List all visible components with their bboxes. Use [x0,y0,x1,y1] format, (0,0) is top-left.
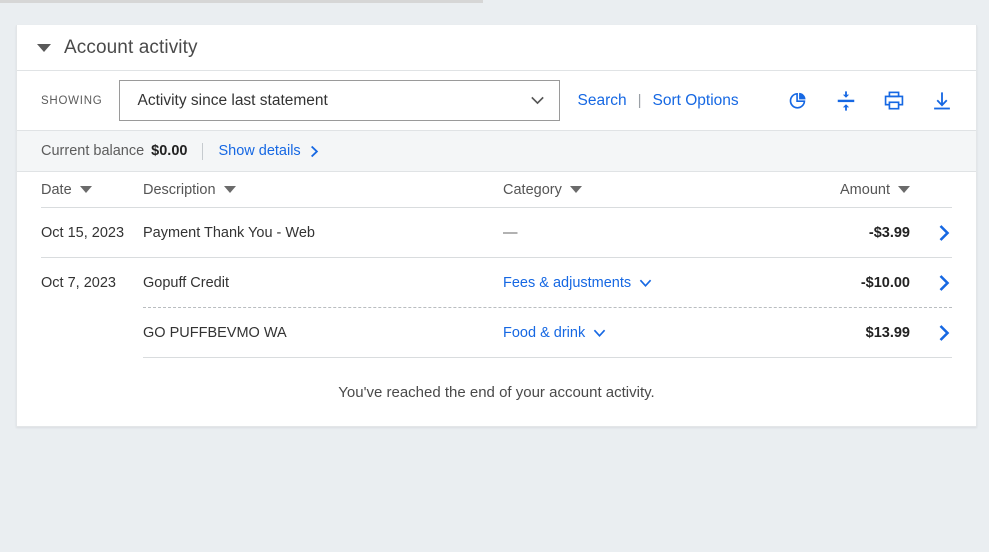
table-header-row: Date Description Category Amount [41,172,952,208]
column-header-date-label: Date [41,182,72,198]
sort-triangle-icon [224,186,236,193]
current-balance-bar: Current balance $0.00 Show details [17,131,976,172]
card-header[interactable]: Account activity [17,25,976,71]
row-category: Fees & adjustments [503,274,790,292]
table-row[interactable]: Oct 15, 2023 Payment Thank You - Web — -… [41,208,952,258]
row-amount: -$10.00 [790,275,910,291]
download-icon[interactable] [930,89,954,113]
show-details-link[interactable]: Show details [218,143,320,159]
row-expand-arrow[interactable] [910,223,952,243]
printer-icon[interactable] [882,89,906,113]
current-balance-label: Current balance [41,143,144,159]
column-header-description-label: Description [143,182,216,198]
column-header-amount-label: Amount [840,182,890,198]
column-header-description[interactable]: Description [143,182,503,198]
search-link[interactable]: Search [577,92,626,110]
row-category-label: Food & drink [503,325,585,341]
showing-label: SHOWING [41,95,102,107]
page-title: Account activity [64,37,198,59]
chevron-right-icon [937,273,952,293]
show-details-label: Show details [218,143,300,159]
row-date: Oct 7, 2023 [41,275,143,291]
activity-table: Date Description Category Amount Oct 15,… [17,172,976,426]
row-description: Payment Thank You - Web [143,225,503,241]
row-description: GO PUFFBEVMO WA [143,325,503,341]
chevron-down-icon [593,328,606,338]
sort-triangle-icon [570,186,582,193]
row-category: Food & drink [503,324,790,342]
chevron-down-icon [639,278,652,288]
toolbar-separator: | [638,92,642,109]
row-expand-arrow[interactable] [910,323,952,343]
sort-options-link[interactable]: Sort Options [653,92,739,110]
column-header-category-label: Category [503,182,562,198]
activity-filter-select[interactable]: Activity since last statement [119,80,560,121]
row-category-label: Fees & adjustments [503,275,631,291]
row-amount: $13.99 [790,325,910,341]
row-date: Oct 15, 2023 [41,225,143,241]
activity-filter-value: Activity since last statement [137,92,529,110]
row-category-select[interactable]: Food & drink [503,325,606,341]
end-of-activity-message: You've reached the end of your account a… [41,358,952,426]
split-rows-icon[interactable] [834,89,858,113]
chevron-right-icon [937,323,952,343]
row-description: Gopuff Credit [143,275,503,291]
current-balance-amount: $0.00 [151,143,187,159]
row-amount: -$3.99 [790,225,910,241]
table-row[interactable]: GO PUFFBEVMO WA Food & drink $13.99 [41,308,952,358]
chevron-down-icon [529,92,546,109]
column-header-date[interactable]: Date [41,182,143,198]
caret-down-icon[interactable] [37,44,51,52]
activity-toolbar: SHOWING Activity since last statement Se… [17,71,976,131]
row-category-select[interactable]: Fees & adjustments [503,275,652,291]
column-header-amount[interactable]: Amount [790,182,910,198]
sort-triangle-icon [898,186,910,193]
balance-divider [202,143,203,160]
account-activity-card: Account activity SHOWING Activity since … [16,25,977,427]
table-row[interactable]: Oct 7, 2023 Gopuff Credit Fees & adjustm… [41,258,952,308]
column-header-category[interactable]: Category [503,182,790,198]
toolbar-icon-group [786,71,954,130]
row-category: — [503,224,790,242]
pie-chart-icon[interactable] [786,89,810,113]
toolbar-links: Search | Sort Options [577,92,738,110]
row-expand-arrow[interactable] [910,273,952,293]
chevron-right-icon [937,223,952,243]
chevron-right-icon [309,145,321,158]
cutoff-strip-above [0,0,483,3]
sort-triangle-icon [80,186,92,193]
row-category-dash: — [503,225,518,241]
